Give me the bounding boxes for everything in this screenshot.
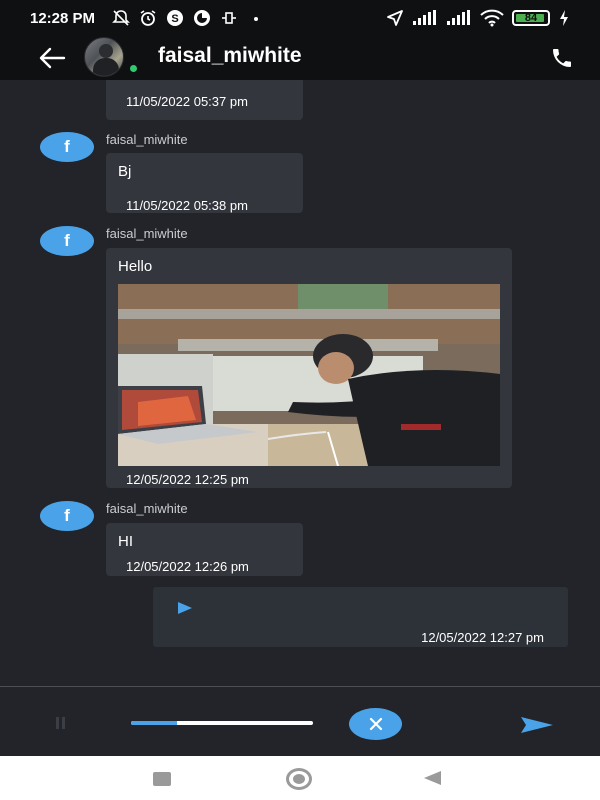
svg-text:S: S — [171, 13, 178, 25]
pause-icon[interactable] — [56, 717, 68, 729]
recording-progress-fill — [131, 721, 177, 725]
avatar — [84, 37, 124, 77]
recording-progress-bar[interactable] — [131, 721, 313, 725]
signal-icon — [446, 9, 472, 27]
message-timestamp: 11/05/2022 05:37 pm — [126, 94, 248, 109]
sender-name: faisal_miwhite — [106, 226, 188, 241]
status-bar: 12:28 PM S 84 — [0, 0, 600, 36]
muted-notification-icon — [112, 9, 130, 27]
sender-avatar[interactable]: f — [40, 226, 94, 256]
online-status-dot — [128, 63, 139, 74]
message-text: Hello — [118, 258, 153, 275]
message-text: Bj — [118, 163, 132, 180]
sender-avatar[interactable]: f — [40, 132, 94, 162]
back-button[interactable] — [424, 771, 441, 785]
voice-recorder-bar — [0, 687, 600, 756]
message-timestamp: 12/05/2022 12:25 pm — [126, 472, 249, 487]
close-icon — [369, 717, 382, 731]
usb-debug-icon — [220, 9, 238, 27]
alarm-icon — [139, 9, 157, 27]
message-bubble[interactable]: Bj 11/05/2022 05:38 pm — [106, 153, 303, 213]
message-timestamp: 12/05/2022 12:26 pm — [126, 559, 249, 574]
sender-name: faisal_miwhite — [106, 501, 188, 516]
message-list[interactable]: 11/05/2022 05:37 pm f faisal_miwhite Bj … — [0, 80, 600, 686]
play-icon[interactable] — [177, 601, 193, 615]
message-bubble: 11/05/2022 05:37 pm — [106, 80, 303, 120]
back-arrow-icon[interactable] — [38, 46, 66, 70]
wifi-icon — [480, 9, 504, 27]
battery-icon: 84 — [512, 10, 550, 26]
charging-icon — [558, 9, 570, 27]
contact-avatar[interactable] — [84, 37, 139, 77]
contact-name[interactable]: faisal_miwhite — [158, 44, 302, 68]
recents-button[interactable] — [153, 772, 171, 786]
dot-icon — [247, 9, 265, 27]
message-bubble[interactable]: Hello 12/05/2022 12:25 pm — [106, 248, 512, 488]
sender-avatar[interactable]: f — [40, 501, 94, 531]
outgoing-voice-message[interactable]: 12/05/2022 12:27 pm — [153, 587, 568, 647]
cancel-recording-button[interactable] — [349, 708, 402, 740]
message-timestamp: 11/05/2022 05:38 pm — [126, 198, 248, 213]
status-time: 12:28 PM — [30, 10, 96, 27]
chat-header: faisal_miwhite — [0, 36, 600, 80]
send-icon[interactable] — [520, 716, 554, 734]
message-bubble[interactable]: HI 12/05/2022 12:26 pm — [106, 523, 303, 576]
status-icons-right: 84 — [386, 9, 570, 27]
message-text: HI — [118, 533, 133, 550]
status-icons-left: S — [112, 9, 265, 27]
message-photo[interactable] — [118, 284, 500, 466]
phone-call-icon[interactable] — [550, 46, 574, 70]
message-timestamp: 12/05/2022 12:27 pm — [421, 630, 544, 645]
location-arrow-icon — [386, 9, 404, 27]
app-icon — [193, 9, 211, 27]
battery-level: 84 — [524, 12, 538, 24]
signal-icon — [412, 9, 438, 27]
home-button[interactable] — [286, 768, 312, 790]
sender-name: faisal_miwhite — [106, 132, 188, 147]
skype-icon: S — [166, 9, 184, 27]
system-nav-bar — [0, 756, 600, 800]
